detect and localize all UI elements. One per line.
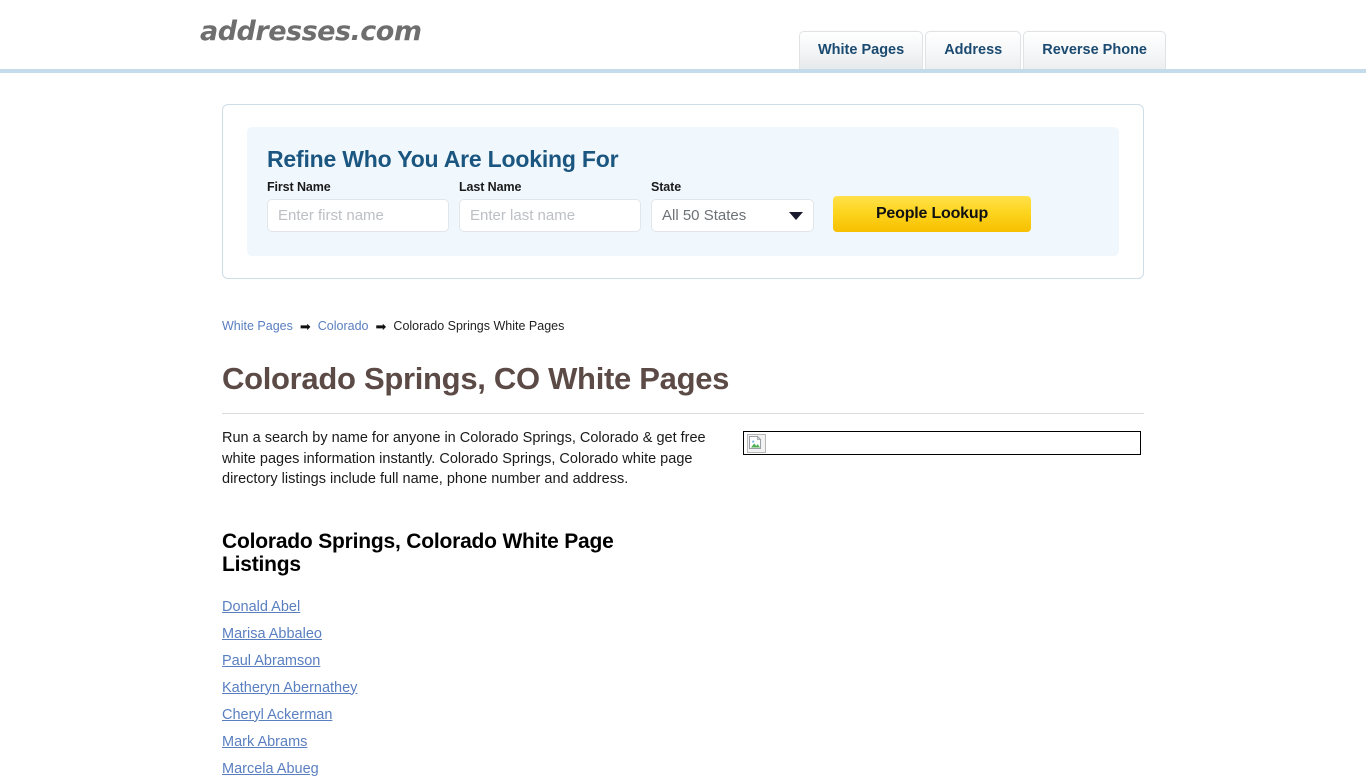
list-item: Donald Abel	[222, 598, 1144, 616]
listing-link[interactable]: Donald Abel	[222, 599, 300, 615]
last-name-field: Last Name	[459, 180, 641, 232]
last-name-label: Last Name	[459, 180, 522, 194]
list-item: Marcela Abueg	[222, 760, 1144, 778]
list-item: Marisa Abbaleo	[222, 625, 1144, 643]
listing-link[interactable]: Paul Abramson	[222, 653, 320, 669]
ad-slot[interactable]	[743, 431, 1141, 455]
listings-list: Donald Abel Marisa Abbaleo Paul Abramson…	[222, 598, 1144, 778]
site-logo[interactable]: addresses.com	[200, 16, 422, 47]
page-title: Colorado Springs, CO White Pages	[222, 361, 730, 396]
title-divider	[222, 413, 1144, 414]
first-name-label: First Name	[267, 180, 331, 194]
state-select-wrap: All 50 States	[651, 199, 814, 232]
refine-panel-title: Refine Who You Are Looking For	[267, 146, 619, 172]
refine-search-panel: Refine Who You Are Looking For First Nam…	[222, 104, 1144, 279]
intro-paragraph: Run a search by name for anyone in Color…	[222, 430, 706, 487]
refine-search-inner: Refine Who You Are Looking For First Nam…	[247, 127, 1119, 256]
breadcrumb-item-current: Colorado Springs White Pages	[393, 319, 565, 334]
arrow-right-icon: ➡	[375, 319, 387, 334]
page-body: Refine Who You Are Looking For First Nam…	[0, 73, 1366, 778]
listing-link[interactable]: Marcela Abueg	[222, 761, 319, 777]
first-name-field: First Name	[267, 180, 449, 232]
content-column: Refine Who You Are Looking For First Nam…	[222, 104, 1144, 778]
breadcrumb: White Pages ➡ Colorado ➡ Colorado Spring…	[222, 320, 1144, 333]
intro-row: Run a search by name for anyone in Color…	[222, 428, 1144, 490]
listing-link[interactable]: Cheryl Ackerman	[222, 707, 332, 723]
list-item: Cheryl Ackerman	[222, 706, 1144, 724]
site-header: addresses.com White Pages Address Revers…	[0, 0, 1366, 73]
tab-reverse-phone[interactable]: Reverse Phone	[1023, 31, 1166, 69]
first-name-input[interactable]	[267, 199, 449, 232]
primary-nav: White Pages Address Reverse Phone	[798, 31, 1166, 69]
state-select[interactable]: All 50 States	[651, 199, 814, 232]
state-field: State All 50 States	[651, 180, 814, 232]
tab-address[interactable]: Address	[925, 31, 1022, 69]
state-label: State	[651, 180, 682, 194]
list-item: Katheryn Abernathey	[222, 679, 1144, 697]
listing-link[interactable]: Katheryn Abernathey	[222, 680, 357, 696]
breadcrumb-item-colorado[interactable]: Colorado	[318, 320, 369, 333]
header-inner: addresses.com White Pages Address Revers…	[0, 0, 1366, 69]
broken-image-icon	[747, 433, 766, 453]
arrow-right-icon: ➡	[299, 319, 311, 334]
last-name-input[interactable]	[459, 199, 641, 232]
list-item: Paul Abramson	[222, 652, 1144, 670]
listing-link[interactable]: Mark Abrams	[222, 734, 307, 750]
tab-white-pages[interactable]: White Pages	[798, 31, 924, 69]
breadcrumb-item-white-pages[interactable]: White Pages	[222, 320, 293, 333]
refine-form: First Name Last Name State All 50 States	[267, 180, 1099, 232]
listing-link[interactable]: Marisa Abbaleo	[222, 626, 322, 642]
people-lookup-button[interactable]: People Lookup	[833, 196, 1031, 232]
listings-heading: Colorado Springs, Colorado White Page Li…	[222, 529, 614, 576]
list-item: Mark Abrams	[222, 733, 1144, 751]
